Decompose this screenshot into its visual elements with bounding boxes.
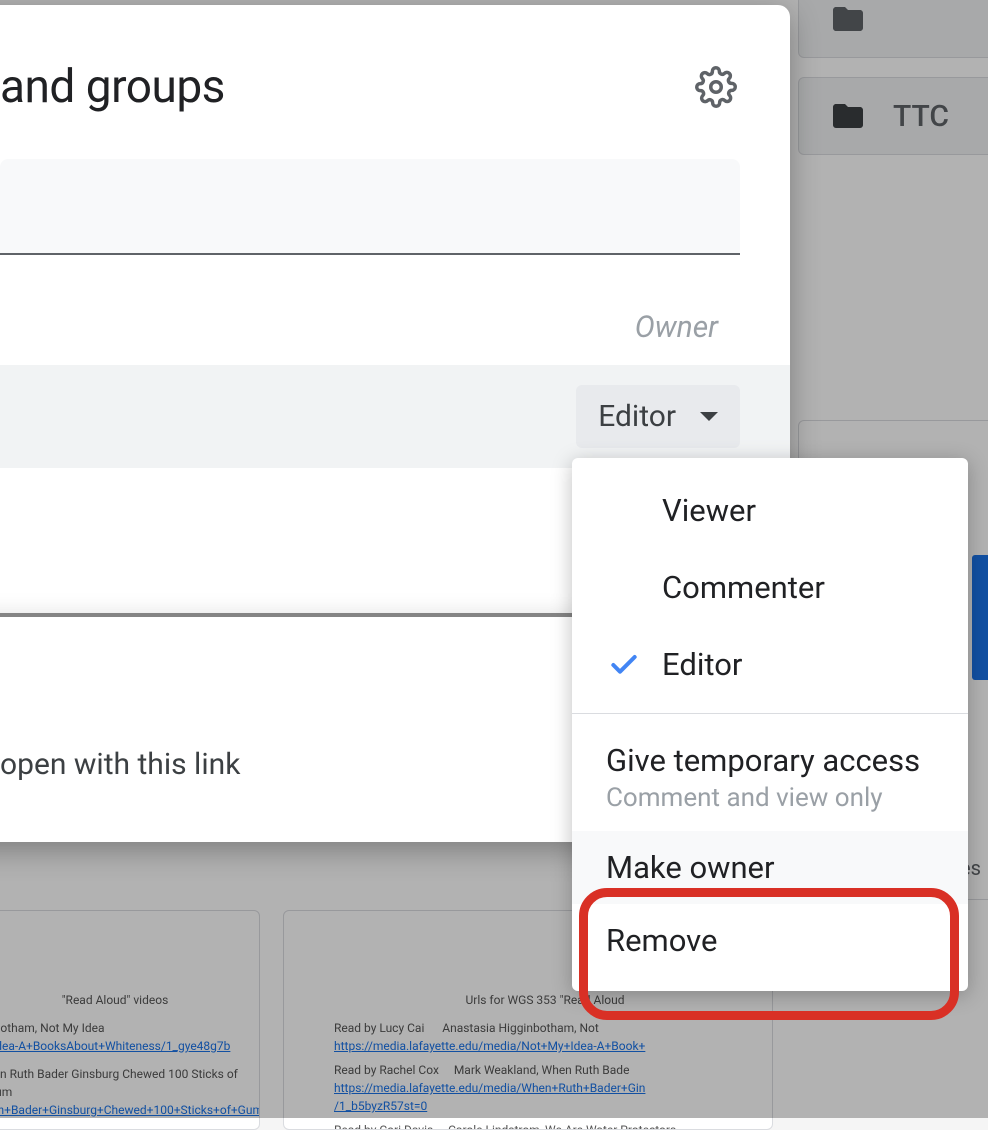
menu-item-make-owner[interactable]: Make owner bbox=[572, 831, 968, 904]
add-people-input[interactable] bbox=[0, 159, 740, 255]
menu-item-viewer[interactable]: Viewer bbox=[572, 472, 968, 549]
link-description: open with this link bbox=[0, 747, 240, 782]
gear-icon bbox=[695, 66, 737, 108]
role-dropdown[interactable]: Editor bbox=[576, 385, 740, 448]
menu-item-commenter[interactable]: Commenter bbox=[572, 549, 968, 626]
menu-label: Make owner bbox=[606, 849, 775, 886]
menu-item-editor[interactable]: Editor bbox=[572, 626, 968, 703]
menu-label: Remove bbox=[606, 922, 717, 959]
menu-item-remove[interactable]: Remove bbox=[572, 904, 968, 977]
settings-button[interactable] bbox=[692, 63, 740, 111]
menu-label: Commenter bbox=[662, 569, 934, 606]
menu-divider bbox=[572, 713, 968, 714]
menu-label: Give temporary access bbox=[606, 742, 920, 779]
dialog-title: and groups bbox=[0, 60, 225, 114]
role-menu: Viewer Commenter Editor Give temporary a… bbox=[572, 458, 968, 991]
menu-label: Viewer bbox=[662, 492, 934, 529]
owner-label: Owner bbox=[635, 310, 718, 345]
check-icon bbox=[606, 649, 642, 681]
role-dropdown-label: Editor bbox=[598, 399, 676, 434]
menu-item-temp-access[interactable]: Give temporary access Comment and view o… bbox=[572, 724, 968, 831]
menu-sublabel: Comment and view only bbox=[606, 783, 883, 813]
menu-label: Editor bbox=[662, 646, 934, 683]
chevron-down-icon bbox=[700, 412, 718, 421]
